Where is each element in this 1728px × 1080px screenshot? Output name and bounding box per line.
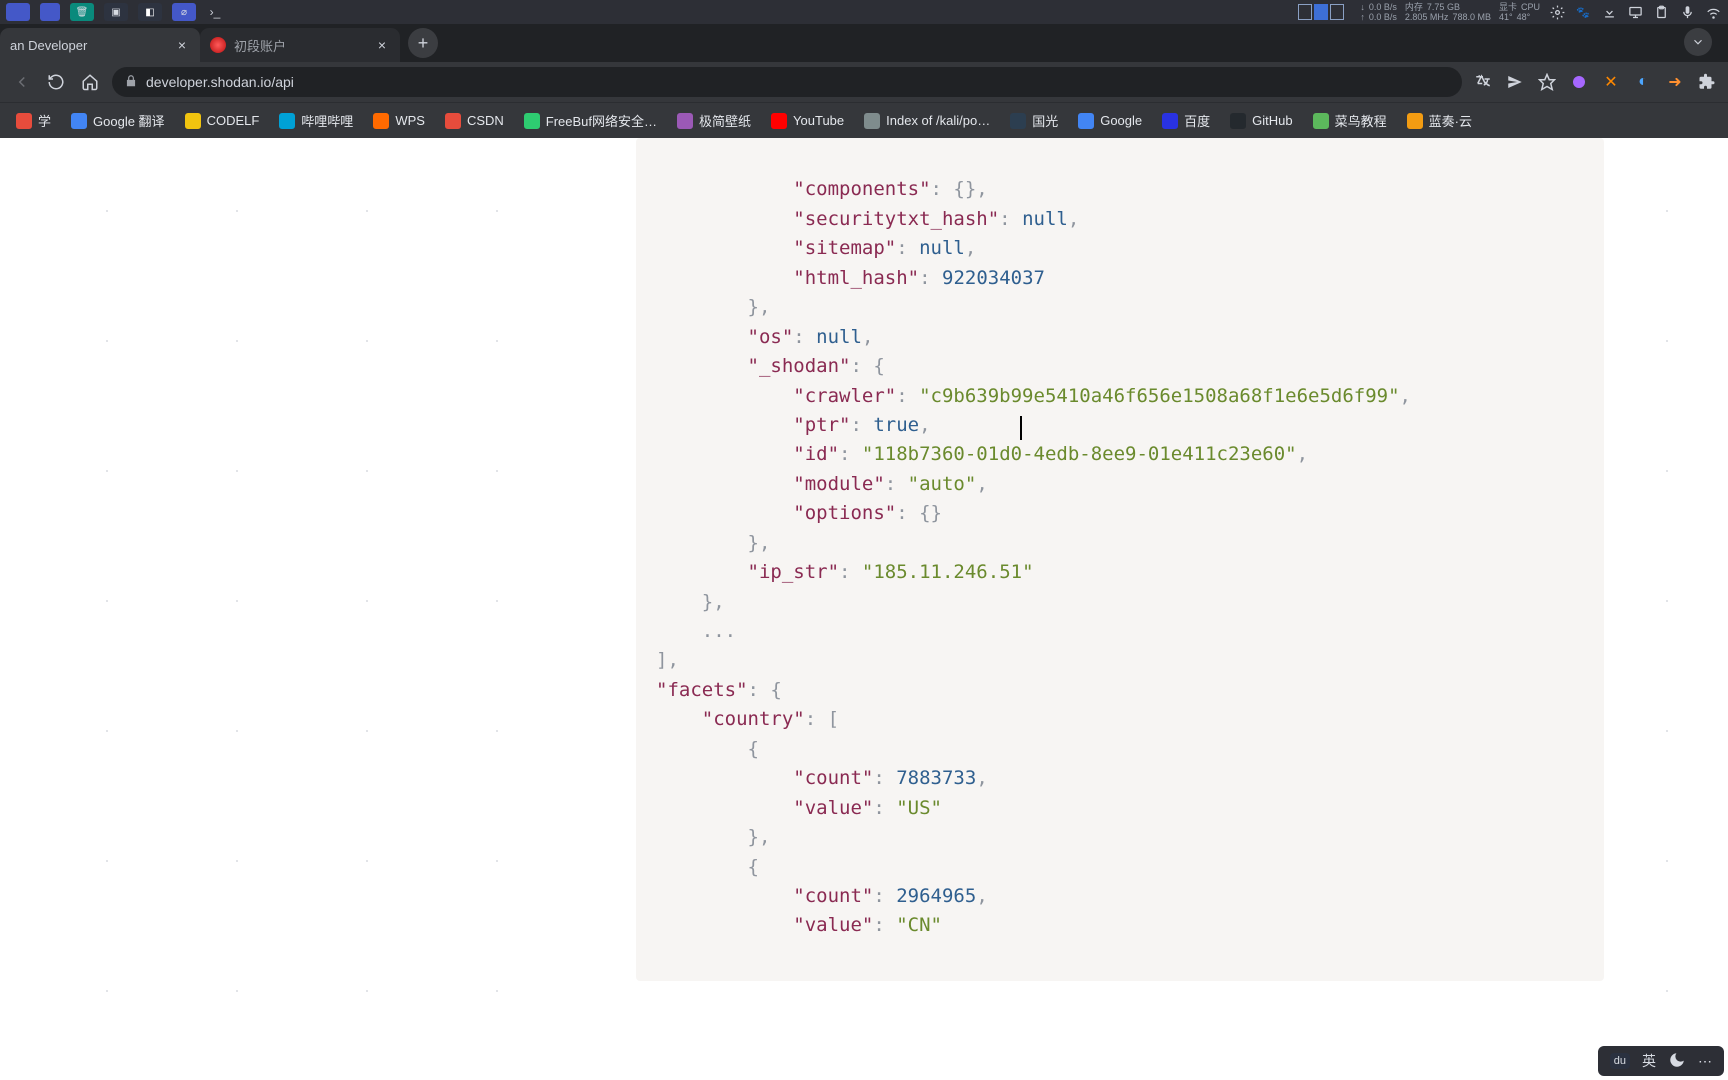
tab-title: 初段账户 <box>234 36 366 55</box>
clipboard-icon[interactable] <box>1652 3 1670 21</box>
bookmark-item[interactable]: CSDN <box>437 109 512 133</box>
new-tab-button[interactable]: + <box>408 28 438 58</box>
wifi-icon[interactable] <box>1704 3 1722 21</box>
baidu-ime-icon[interactable]: du <box>1610 1053 1630 1069</box>
gear-icon[interactable] <box>1548 3 1566 21</box>
close-icon[interactable]: × <box>174 37 190 53</box>
bookmark-item[interactable]: GitHub <box>1222 109 1300 133</box>
ime-language[interactable]: 英 <box>1642 1051 1656 1071</box>
bookmarks-bar: 学 Google 翻译 CODELF 哔哩哔哩 WPS CSDN FreeBuf… <box>0 102 1728 138</box>
network-stats: ↓0.0 B/s ↑0.0 B/s <box>1360 2 1397 22</box>
tab-title: an Developer <box>10 38 166 53</box>
bookmark-item[interactable]: Index of /kali/po… <box>856 109 998 133</box>
terminal-icon[interactable]: ›_ <box>206 3 224 21</box>
reload-button[interactable] <box>44 70 68 94</box>
system-menubar: 🗑 ▣ ◧ ⌀ ›_ ↓0.0 B/s ↑0.0 B/s 内存7.75 GB 2… <box>0 0 1728 24</box>
bookmark-item[interactable]: 菜鸟教程 <box>1305 107 1395 134</box>
text-cursor <box>1020 416 1022 440</box>
bookmark-item[interactable]: Google <box>1070 109 1150 133</box>
display-icon[interactable] <box>1626 3 1644 21</box>
browser-tab[interactable]: 初段账户 × <box>200 28 400 62</box>
moon-icon[interactable] <box>1668 1051 1686 1072</box>
favicon-icon <box>210 37 226 53</box>
extensions-icon[interactable] <box>1696 71 1718 93</box>
content-column: "components": {}, "securitytxt_hash": nu… <box>620 138 1620 1080</box>
home-button[interactable] <box>78 70 102 94</box>
bookmark-item[interactable]: 极简壁纸 <box>669 107 759 134</box>
code-block[interactable]: "components": {}, "securitytxt_hash": nu… <box>636 138 1604 981</box>
bookmark-item[interactable]: 哔哩哔哩 <box>271 107 361 134</box>
bookmark-item[interactable]: YouTube <box>763 109 852 133</box>
close-icon[interactable]: × <box>374 37 390 53</box>
extension-icon[interactable]: ✕ <box>1600 71 1622 93</box>
bear-icon[interactable]: 🐾 <box>1574 3 1592 21</box>
bookmark-item[interactable]: Google 翻译 <box>63 107 173 134</box>
url-text: developer.shodan.io/api <box>146 74 294 90</box>
bookmark-item[interactable]: FreeBuf网络安全… <box>516 107 665 134</box>
temperature-stats: 显卡CPU 41°48° <box>1499 2 1540 22</box>
app-icon[interactable]: ⌀ <box>172 3 196 21</box>
memory-stats: 内存7.75 GB 2.805 MHz788.0 MB <box>1405 2 1491 22</box>
microphone-icon[interactable] <box>1678 3 1696 21</box>
extension-icon[interactable] <box>1568 71 1590 93</box>
bookmark-item[interactable]: 蓝奏·云 <box>1399 107 1480 134</box>
omnibox[interactable]: developer.shodan.io/api <box>112 67 1462 97</box>
browser-tab[interactable]: an Developer × <box>0 28 200 62</box>
tab-overflow-button[interactable] <box>1684 28 1712 56</box>
app-icon[interactable]: ▣ <box>104 3 128 21</box>
app-icon[interactable] <box>40 3 60 21</box>
star-icon[interactable] <box>1536 71 1558 93</box>
browser-tab-strip: an Developer × 初段账户 × + <box>0 24 1728 62</box>
app-icon[interactable] <box>6 3 30 21</box>
translate-icon[interactable] <box>1472 71 1494 93</box>
ime-indicator[interactable]: du 英 ⋯ <box>1598 1046 1724 1076</box>
app-icon[interactable]: ◧ <box>138 3 162 21</box>
bookmark-item[interactable]: CODELF <box>177 109 268 133</box>
page-content: "components": {}, "securitytxt_hash": nu… <box>0 138 1728 1080</box>
desktop-switcher[interactable] <box>1298 4 1344 20</box>
more-icon[interactable]: ⋯ <box>1698 1053 1712 1070</box>
extension-icon[interactable]: ➜ <box>1664 71 1686 93</box>
bookmark-item[interactable]: 百度 <box>1154 107 1218 134</box>
download-icon[interactable] <box>1600 3 1618 21</box>
bookmark-item[interactable]: 学 <box>8 107 59 134</box>
browser-address-bar: developer.shodan.io/api ✕ ◐ ➜ <box>0 62 1728 102</box>
app-icon[interactable]: 🗑 <box>70 3 94 21</box>
bookmark-item[interactable]: 国光 <box>1002 107 1066 134</box>
extension-icon[interactable]: ◐ <box>1632 71 1654 93</box>
address-actions: ✕ ◐ ➜ <box>1472 71 1718 93</box>
send-icon[interactable] <box>1504 71 1526 93</box>
back-button[interactable] <box>10 70 34 94</box>
bookmark-item[interactable]: WPS <box>365 109 433 133</box>
lock-icon <box>124 74 138 91</box>
